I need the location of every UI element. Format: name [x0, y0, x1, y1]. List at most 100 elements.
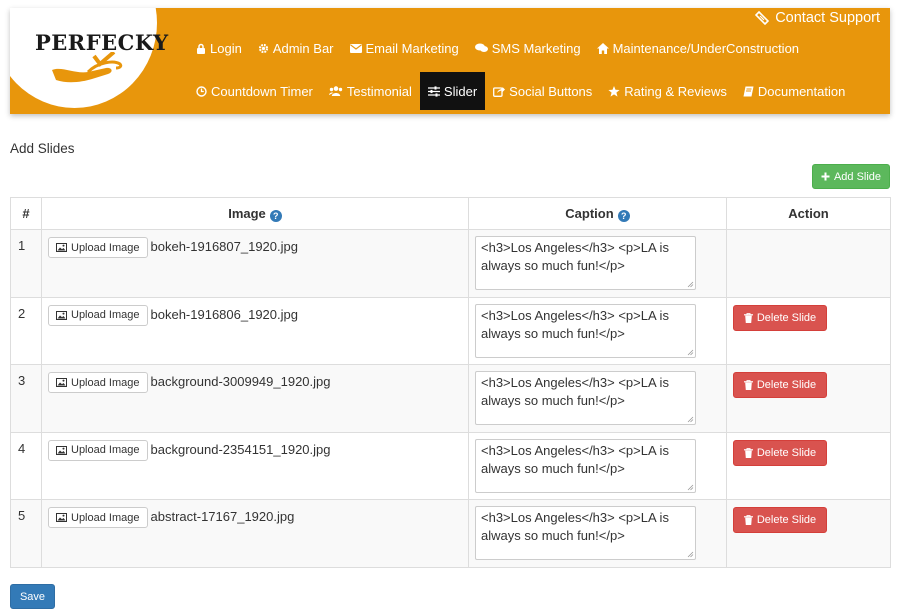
- nav-item-countdown-timer[interactable]: Countdown Timer: [188, 72, 321, 110]
- column-header-label: #: [22, 206, 30, 221]
- save-button[interactable]: Save: [10, 584, 55, 609]
- caption-cell: <h3>Los Angeles</h3> <p>LA is always so …: [468, 229, 727, 298]
- nav-item-label: Social Buttons: [509, 83, 593, 99]
- trash-icon: [743, 380, 753, 390]
- image-icon: [56, 310, 67, 320]
- row-number: 4: [10, 431, 42, 500]
- contact-support-label: Contact Support: [775, 10, 880, 26]
- caption-textarea[interactable]: <h3>Los Angeles</h3> <p>LA is always so …: [475, 236, 696, 290]
- nav-row-primary: Login Admin Bar Email Marketing SMS Mark…: [188, 34, 807, 62]
- logo[interactable]: PERFECKY: [10, 8, 168, 108]
- image-cell: Upload Image bokeh-1916807_1920.jpg: [41, 229, 469, 298]
- table-row: 2 Upload Image bokeh-1916806_1920.jpg <h…: [10, 296, 891, 365]
- upload-image-button[interactable]: Upload Image: [48, 372, 148, 393]
- nav-item-label: Maintenance/UnderConstruction: [612, 40, 800, 56]
- nav-item-label: Slider: [443, 83, 478, 99]
- upload-image-button[interactable]: Upload Image: [48, 304, 148, 326]
- upload-image-button[interactable]: Upload Image: [48, 507, 148, 528]
- file-name: bokeh-1916807_1920.jpg: [150, 239, 298, 254]
- plus-icon: [821, 172, 830, 181]
- caption-text: <h3>Los Angeles</h3> <p>LA is always so …: [481, 442, 669, 476]
- book-icon: [743, 86, 754, 96]
- delete-slide-button[interactable]: Delete Slide: [733, 304, 827, 331]
- caption-text: <h3>Los Angeles</h3> <p>LA is always so …: [481, 375, 669, 408]
- caption-textarea[interactable]: <h3>Los Angeles</h3> <p>LA is always so …: [475, 371, 696, 425]
- caption-text: <h3>Los Angeles</h3> <p>LA is always so …: [481, 510, 669, 543]
- column-header-image: Image?: [41, 197, 469, 230]
- slides-table: # Image? Caption? Action 1 Upload Image …: [10, 197, 891, 568]
- nav-item-admin-bar[interactable]: Admin Bar: [250, 34, 342, 62]
- upload-image-button[interactable]: Upload Image: [48, 439, 148, 461]
- clock-icon: [196, 85, 207, 97]
- image-cell: Upload Image background-3009949_1920.jpg: [41, 364, 469, 433]
- nav-item-slider[interactable]: Slider: [419, 72, 486, 110]
- file-name: background-2354151_1920.jpg: [150, 441, 331, 457]
- table-row: 4 Upload Image background-2354151_1920.j…: [10, 431, 891, 500]
- row-number: 1: [10, 229, 42, 298]
- nav-item-label: Documentation: [757, 83, 846, 99]
- column-header-action: Action: [726, 197, 891, 230]
- image-cell: Upload Image bokeh-1916806_1920.jpg: [41, 296, 469, 365]
- upload-image-label: Upload Image: [71, 241, 140, 254]
- nav-item-login[interactable]: Login: [188, 34, 250, 62]
- resize-grip-icon[interactable]: [687, 349, 694, 356]
- caption-textarea[interactable]: <h3>Los Angeles</h3> <p>LA is always so …: [475, 438, 696, 493]
- nav-item-label: Rating & Reviews: [624, 83, 727, 99]
- resize-grip-icon[interactable]: [687, 416, 694, 423]
- help-icon[interactable]: ?: [269, 209, 282, 222]
- delete-slide-label: Delete Slide: [756, 379, 817, 391]
- caption-cell: <h3>Los Angeles</h3> <p>LA is always so …: [468, 296, 727, 365]
- nav-item-social-buttons[interactable]: Social Buttons: [485, 72, 600, 110]
- image-cell: Upload Image background-2354151_1920.jpg: [41, 431, 469, 500]
- resize-grip-icon[interactable]: [687, 484, 694, 491]
- envelope-icon: [349, 43, 362, 53]
- upload-image-button[interactable]: Upload Image: [48, 237, 148, 258]
- upload-image-label: Upload Image: [71, 511, 140, 524]
- help-icon[interactable]: ?: [617, 209, 630, 222]
- add-slide-button[interactable]: Add Slide: [812, 164, 890, 189]
- nav-item-email-marketing[interactable]: Email Marketing: [342, 34, 467, 62]
- column-header-label: Action: [788, 206, 829, 221]
- resize-grip-icon[interactable]: [687, 281, 694, 288]
- delete-slide-button[interactable]: Delete Slide: [733, 439, 827, 466]
- delete-slide-button[interactable]: Delete Slide: [733, 372, 827, 398]
- lock-icon: [197, 43, 205, 54]
- nav-item-label: SMS Marketing: [491, 40, 581, 56]
- nav-item-maintenance[interactable]: Maintenance/UnderConstruction: [589, 34, 807, 62]
- caption-text: <h3>Los Angeles</h3> <p>LA is always so …: [481, 240, 669, 273]
- upload-image-label: Upload Image: [71, 444, 140, 456]
- row-number: 5: [10, 499, 42, 568]
- nav-item-documentation[interactable]: Documentation: [735, 72, 853, 110]
- resize-grip-icon[interactable]: [687, 551, 694, 558]
- delete-slide-label: Delete Slide: [756, 311, 817, 324]
- nav-item-testimonial[interactable]: Testimonial: [321, 72, 420, 110]
- upload-image-label: Upload Image: [71, 376, 140, 389]
- column-header-label: Caption: [565, 205, 614, 221]
- nav-item-rating-reviews[interactable]: Rating & Reviews: [600, 72, 735, 110]
- image-icon: [56, 445, 67, 455]
- hand-icon: [52, 52, 123, 83]
- image-icon: [56, 513, 67, 522]
- file-name: abstract-17167_1920.jpg: [150, 509, 295, 524]
- ticket-icon: [755, 11, 770, 25]
- delete-slide-label: Delete Slide: [756, 514, 817, 526]
- caption-text: <h3>Los Angeles</h3> <p>LA is always so …: [481, 307, 669, 341]
- page-title: Add Slides: [10, 141, 75, 156]
- table-header-row: # Image? Caption? Action: [10, 197, 891, 230]
- action-cell: Delete Slide: [726, 431, 891, 500]
- file-name: bokeh-1916806_1920.jpg: [150, 306, 298, 322]
- nav-item-sms-marketing[interactable]: SMS Marketing: [467, 34, 589, 62]
- image-icon: [56, 243, 67, 252]
- home-icon: [596, 42, 609, 54]
- column-header-caption: Caption?: [468, 197, 727, 230]
- delete-slide-button[interactable]: Delete Slide: [733, 507, 827, 533]
- caption-textarea[interactable]: <h3>Los Angeles</h3> <p>LA is always so …: [475, 303, 696, 358]
- share-icon: [493, 86, 506, 97]
- nav-item-label: Admin Bar: [272, 40, 334, 56]
- action-cell: [726, 229, 891, 298]
- caption-textarea[interactable]: <h3>Los Angeles</h3> <p>LA is always so …: [475, 506, 696, 560]
- column-header-label: Image: [228, 205, 266, 221]
- nav-item-label: Countdown Timer: [211, 83, 313, 99]
- table-row: 5 Upload Image abstract-17167_1920.jpg <…: [10, 499, 891, 568]
- contact-support-link[interactable]: Contact Support: [755, 10, 880, 26]
